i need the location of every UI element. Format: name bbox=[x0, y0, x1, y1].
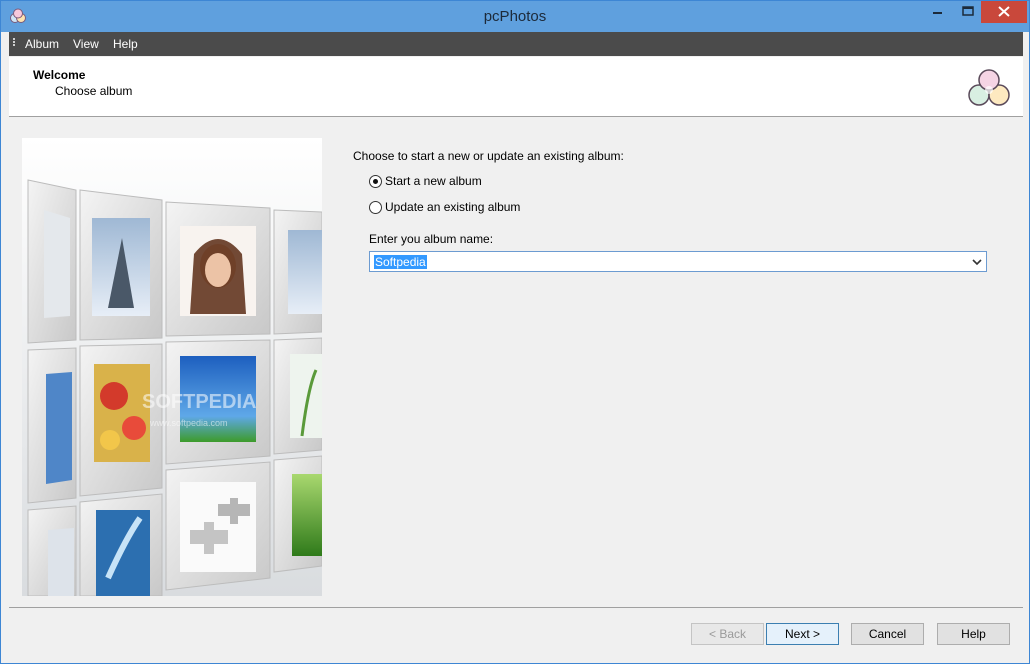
close-button[interactable] bbox=[981, 1, 1027, 23]
menu-bar: Album View Help bbox=[9, 32, 1023, 56]
help-button[interactable]: Help bbox=[937, 623, 1010, 645]
minimize-button[interactable] bbox=[923, 1, 953, 23]
menu-album[interactable]: Album bbox=[25, 32, 59, 56]
next-button[interactable]: Next > bbox=[766, 623, 839, 645]
menu-view[interactable]: View bbox=[73, 32, 99, 56]
page-subtitle: Choose album bbox=[55, 84, 133, 98]
app-logo-icon bbox=[968, 69, 1010, 106]
maximize-icon bbox=[962, 6, 974, 16]
option-existing-album[interactable]: Update an existing album bbox=[369, 199, 520, 215]
photo-wall-illustration: SOFTPEDIA www.softpedia.com bbox=[22, 138, 322, 596]
minimize-icon bbox=[933, 12, 942, 14]
close-icon bbox=[998, 6, 1010, 17]
window-title: pcPhotos bbox=[483, 8, 547, 25]
choice-prompt: Choose to start a new or update an exist… bbox=[353, 149, 624, 163]
chevron-down-icon[interactable] bbox=[970, 252, 984, 271]
wizard-header: Welcome Choose album bbox=[9, 57, 1023, 117]
page-title: Welcome bbox=[33, 68, 86, 82]
cancel-button[interactable]: Cancel bbox=[851, 623, 924, 645]
watermark-text: SOFTPEDIA bbox=[142, 391, 256, 413]
radio-existing-album[interactable] bbox=[369, 200, 382, 214]
menu-grip-icon bbox=[13, 38, 16, 50]
maximize-button[interactable] bbox=[953, 1, 983, 23]
footer-divider bbox=[9, 607, 1023, 608]
watermark-url: www.softpedia.com bbox=[149, 418, 228, 428]
album-name-label: Enter you album name: bbox=[369, 232, 494, 246]
option-new-album-label: Start a new album bbox=[385, 174, 482, 188]
option-existing-album-label: Update an existing album bbox=[385, 200, 521, 214]
app-window: pcPhotos Album View Help Welcome Choose … bbox=[0, 0, 1030, 664]
wizard-side-image: SOFTPEDIA www.softpedia.com bbox=[22, 138, 322, 596]
album-name-combobox[interactable]: Softpedia bbox=[369, 251, 987, 272]
back-button[interactable]: < Back bbox=[691, 623, 764, 645]
title-bar[interactable]: pcPhotos bbox=[1, 1, 1029, 32]
menu-help[interactable]: Help bbox=[113, 32, 138, 56]
radio-new-album[interactable] bbox=[369, 174, 382, 188]
album-name-value[interactable]: Softpedia bbox=[374, 255, 427, 269]
option-new-album[interactable]: Start a new album bbox=[369, 173, 482, 189]
